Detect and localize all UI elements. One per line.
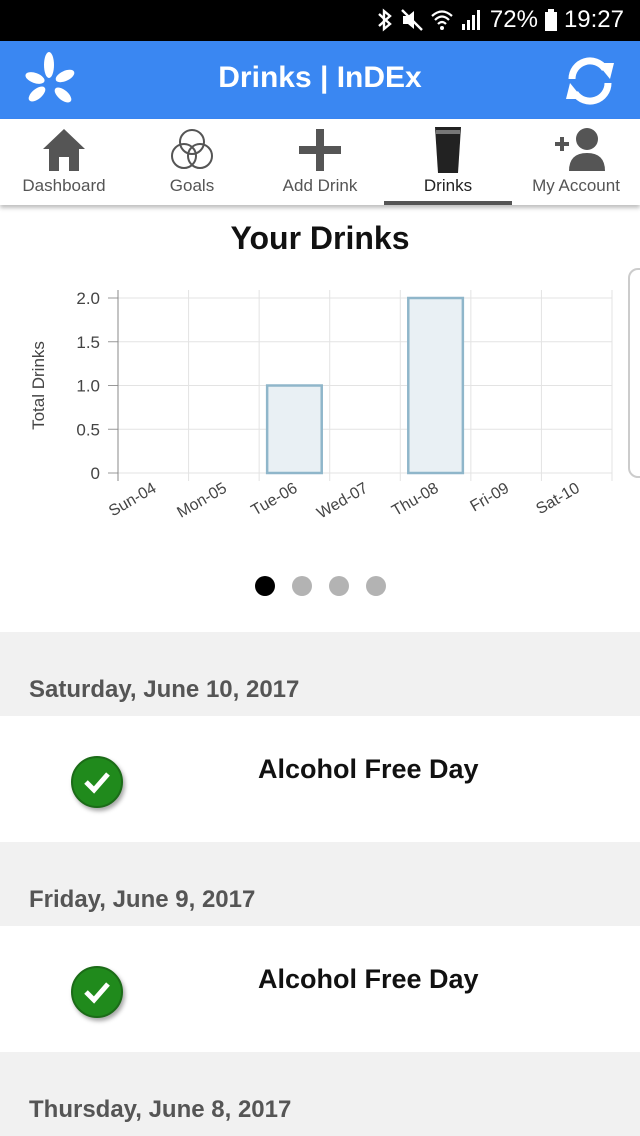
mute-icon [400,7,424,33]
day-list: Saturday, June 10, 2017 Alcohol Free Day… [0,632,640,1136]
bar [265,384,323,475]
carousel-dot[interactable] [365,576,386,596]
pint-glass-icon [423,125,473,175]
status-bar: 72% 19:27 [0,0,640,41]
tab-add-drink-label: Add Drink [282,176,358,195]
x-tick-label: Tue-06 [249,480,301,520]
tab-drinks-label: Drinks [423,176,473,195]
carousel-pagination [0,576,640,596]
tab-goals-label: Goals [169,176,215,195]
day-entry-card[interactable]: Alcohol Free Day [0,926,640,1052]
x-tick-label: Fri-09 [467,480,512,516]
tab-drinks[interactable]: Drinks [384,119,512,205]
x-tick-label: Mon-05 [174,480,230,522]
y-tick-label: 1.5 [76,333,100,352]
day-header: Saturday, June 10, 2017 [0,632,640,716]
carousel-dot[interactable] [328,576,349,596]
refresh-icon[interactable] [562,53,618,109]
tab-dashboard[interactable]: Dashboard [0,119,128,205]
x-tick-label: Thu-08 [389,480,441,520]
entry-title: Alcohol Free Day [258,964,479,994]
day-date: Friday, June 9, 2017 [29,886,256,913]
day-header: Friday, June 9, 2017 [0,842,640,926]
tab-my-account-label: My Account [532,176,620,195]
carousel-dot[interactable] [254,576,275,596]
day-date: Thursday, June 8, 2017 [29,1096,292,1123]
y-tick-label: 2.0 [76,289,100,308]
home-icon [39,125,89,175]
x-tick-label: Wed-07 [314,480,371,523]
battery-percent: 72% [489,6,538,33]
battery-icon [544,8,558,32]
clock-time: 19:27 [563,6,624,33]
day-date: Saturday, June 10, 2017 [29,676,300,703]
entry-title: Alcohol Free Day [258,754,479,784]
tab-goals[interactable]: Goals [128,119,256,205]
bar [407,296,465,475]
checkmark-icon [71,756,123,808]
tab-bar: Dashboard Goals Add Drink Drinks My Acco… [0,119,640,205]
active-tab-indicator [384,201,512,205]
day-entry-card[interactable]: Alcohol Free Day [0,716,640,842]
goals-circles-icon [167,125,217,175]
tab-dashboard-label: Dashboard [22,176,106,195]
app-bar: Drinks | InDEx [0,41,640,119]
day-header: Thursday, June 8, 2017 [0,1052,640,1136]
x-tick-label: Sat-10 [533,480,582,518]
signal-icon [460,7,484,33]
tab-my-account[interactable]: My Account [512,119,640,205]
carousel-dot[interactable] [291,576,312,596]
drinks-bar-chart: 2.0 1.5 1.0 0.5 0 Sun-04 Mon-05 Tue-06 Wed-07 Thu… [29,289,613,523]
checkmark-icon [71,966,123,1018]
app-title: Drinks | InDEx [218,61,422,94]
y-tick-label: 0 [91,464,100,483]
x-tick-label: Sun-04 [106,480,159,521]
bluetooth-icon [376,7,394,33]
add-person-icon [551,125,605,175]
plus-icon [295,125,345,175]
tab-add-drink[interactable]: Add Drink [256,119,384,205]
wifi-icon [430,7,454,33]
chart-title: Your Drinks [230,220,410,256]
y-axis-label: Total Drinks [29,341,48,430]
y-tick-label: 0.5 [76,420,100,439]
y-tick-label: 1.0 [76,377,100,396]
